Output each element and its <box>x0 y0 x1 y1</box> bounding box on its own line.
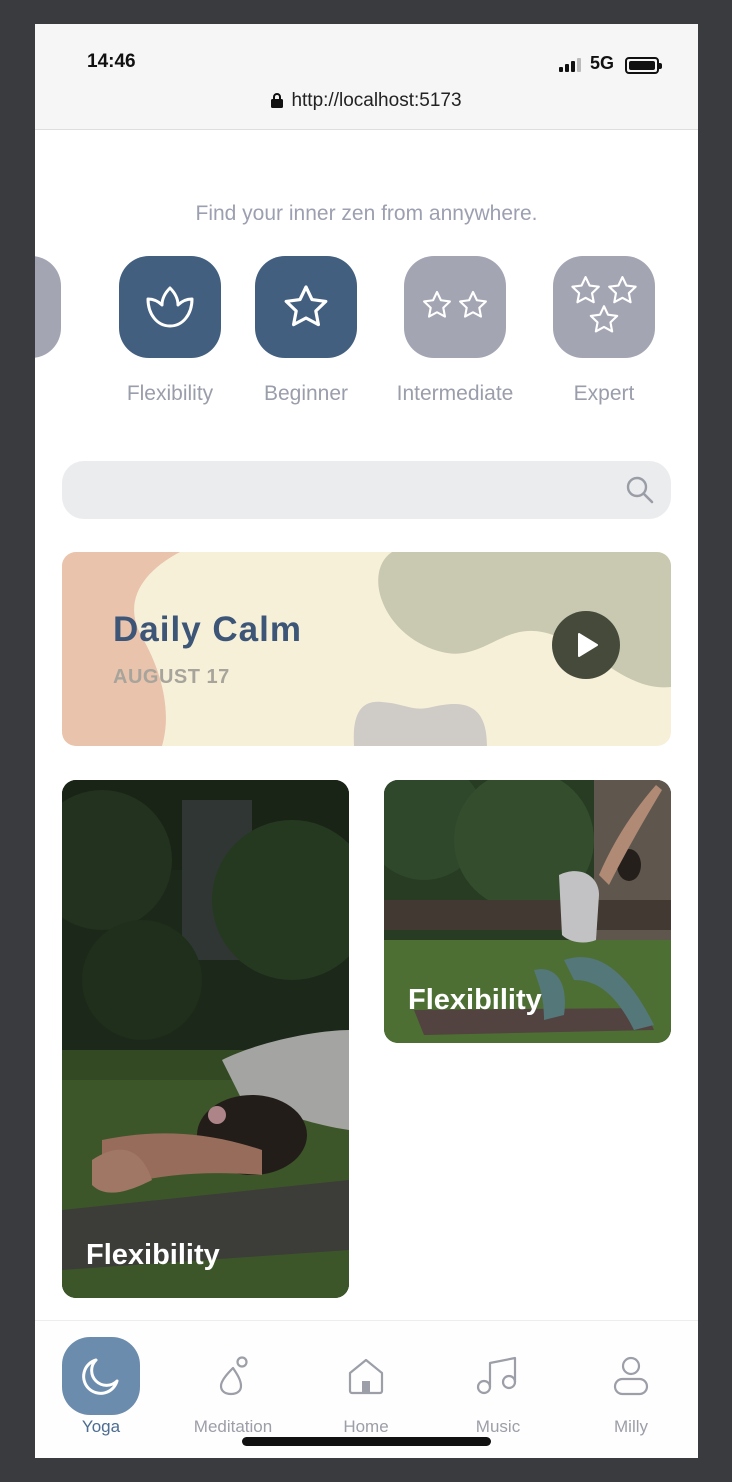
tab-icon-wrap <box>194 1337 272 1415</box>
category-label: Expert <box>573 382 635 405</box>
category-expert[interactable]: Expert <box>553 256 655 405</box>
category-tile <box>553 256 655 358</box>
star-icon <box>284 285 328 327</box>
music-icon <box>476 1356 517 1395</box>
home-indicator <box>242 1437 491 1446</box>
phone-screen: 14:46 5G http://localhost:5173 Find your… <box>35 24 698 1458</box>
search-icon[interactable] <box>625 475 655 505</box>
tab-label: Milly <box>614 1417 648 1436</box>
three-stars-icon <box>571 275 637 333</box>
search-bar[interactable] <box>62 461 671 519</box>
category-intermediate[interactable]: Intermediate <box>397 256 513 405</box>
category-tile <box>255 256 357 358</box>
category-tile <box>119 256 221 358</box>
play-icon <box>578 633 598 657</box>
yoga-card[interactable]: Flexibility <box>62 780 349 1298</box>
bottom-tab-bar: Yoga Meditation Home Music Milly <box>35 1320 698 1458</box>
page-subtitle: Find your inner zen from annywhere. <box>195 202 538 225</box>
tab-label: Music <box>475 1417 521 1436</box>
play-button[interactable] <box>552 611 620 679</box>
address-bar[interactable]: http://localhost:5173 <box>35 90 698 112</box>
lock-icon <box>271 93 284 108</box>
tab-home[interactable]: Home <box>300 1321 432 1441</box>
page-title-cutoff <box>335 130 415 140</box>
network-label: 5G <box>590 53 615 73</box>
tab-meditation[interactable]: Meditation <box>167 1321 299 1441</box>
category-tile <box>404 256 506 358</box>
banner-date: AUGUST 17 <box>113 666 230 688</box>
browser-status-bar: 14:46 5G http://localhost:5173 <box>35 24 698 130</box>
meditation-icon <box>219 1356 248 1396</box>
profile-icon <box>613 1356 649 1396</box>
home-icon <box>348 1358 384 1395</box>
tab-icon-wrap <box>592 1337 670 1415</box>
tab-profile[interactable]: Milly <box>565 1321 697 1441</box>
lotus-icon <box>146 286 194 328</box>
tab-icon-wrap <box>327 1337 405 1415</box>
card-label: Flexibility <box>408 984 542 1016</box>
tab-icon-wrap <box>459 1337 537 1415</box>
tab-yoga[interactable]: Yoga <box>35 1321 167 1441</box>
url-text: http://localhost:5173 <box>291 90 462 111</box>
category-label: Beginner <box>263 382 349 405</box>
tab-music[interactable]: Music <box>432 1321 564 1441</box>
signal-icon <box>559 58 581 72</box>
category-flexibility[interactable]: Flexibility <box>119 256 221 405</box>
two-stars-icon <box>423 290 487 318</box>
category-label: th <box>35 382 91 406</box>
tab-label: Home <box>343 1417 389 1436</box>
banner-title: Daily Calm <box>113 610 302 649</box>
tab-label: Meditation <box>193 1417 273 1436</box>
yoga-photo-forward-bend <box>62 780 349 1298</box>
status-time: 14:46 <box>87 51 136 72</box>
category-beginner[interactable]: Beginner <box>255 256 357 405</box>
daily-calm-banner[interactable]: Daily Calm AUGUST 17 <box>62 552 671 746</box>
battery-icon <box>625 57 662 74</box>
category-partial[interactable]: th <box>35 256 61 358</box>
tab-label: Yoga <box>81 1417 121 1436</box>
card-label: Flexibility <box>86 1239 220 1271</box>
moon-icon <box>82 1358 119 1395</box>
category-tile <box>35 256 61 358</box>
yoga-card[interactable]: Flexibility <box>384 780 671 1043</box>
category-label: Intermediate <box>396 382 514 405</box>
tab-icon-wrap <box>62 1337 140 1415</box>
